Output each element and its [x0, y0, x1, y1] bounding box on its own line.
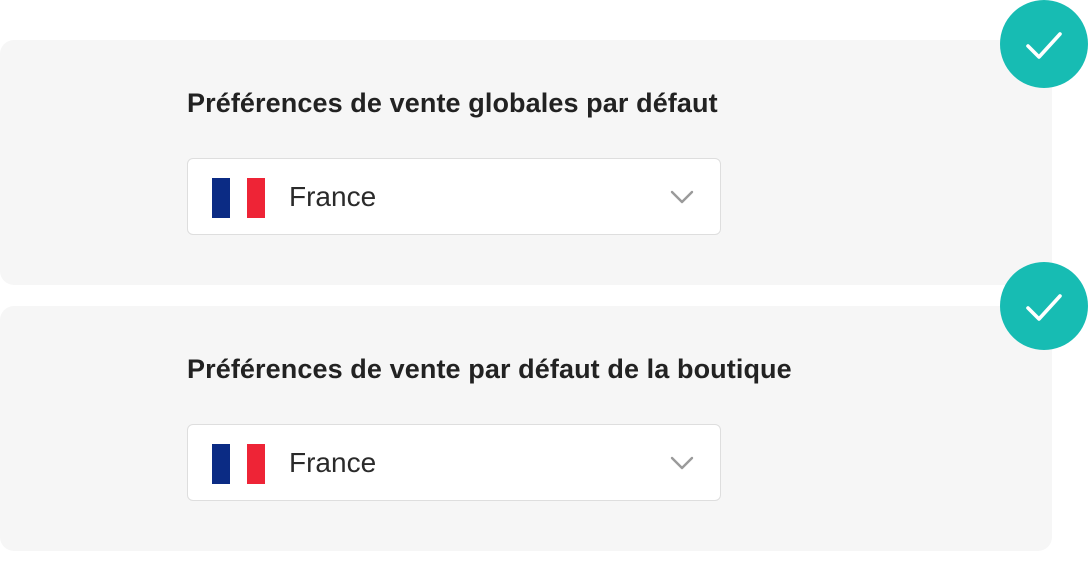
check-icon	[1026, 294, 1062, 321]
check-badge	[1000, 0, 1088, 88]
section-title: Préférences de vente par défaut de la bo…	[187, 354, 792, 384]
france-flag-icon	[212, 444, 266, 484]
check-badge	[1000, 262, 1088, 350]
check-icon	[1026, 32, 1062, 59]
global-sales-preferences-card: Préférences de vente globales par défaut…	[0, 40, 1052, 285]
chevron-down-icon	[670, 190, 694, 204]
country-select[interactable]: France	[187, 424, 721, 501]
france-flag-icon	[212, 178, 266, 218]
country-select-value: France	[289, 447, 377, 478]
chevron-down-icon	[670, 456, 694, 470]
country-select[interactable]: France	[187, 158, 721, 235]
shop-sales-preferences-card: Préférences de vente par défaut de la bo…	[0, 306, 1052, 551]
country-select-value: France	[289, 181, 377, 212]
section-title: Préférences de vente globales par défaut	[187, 88, 718, 118]
